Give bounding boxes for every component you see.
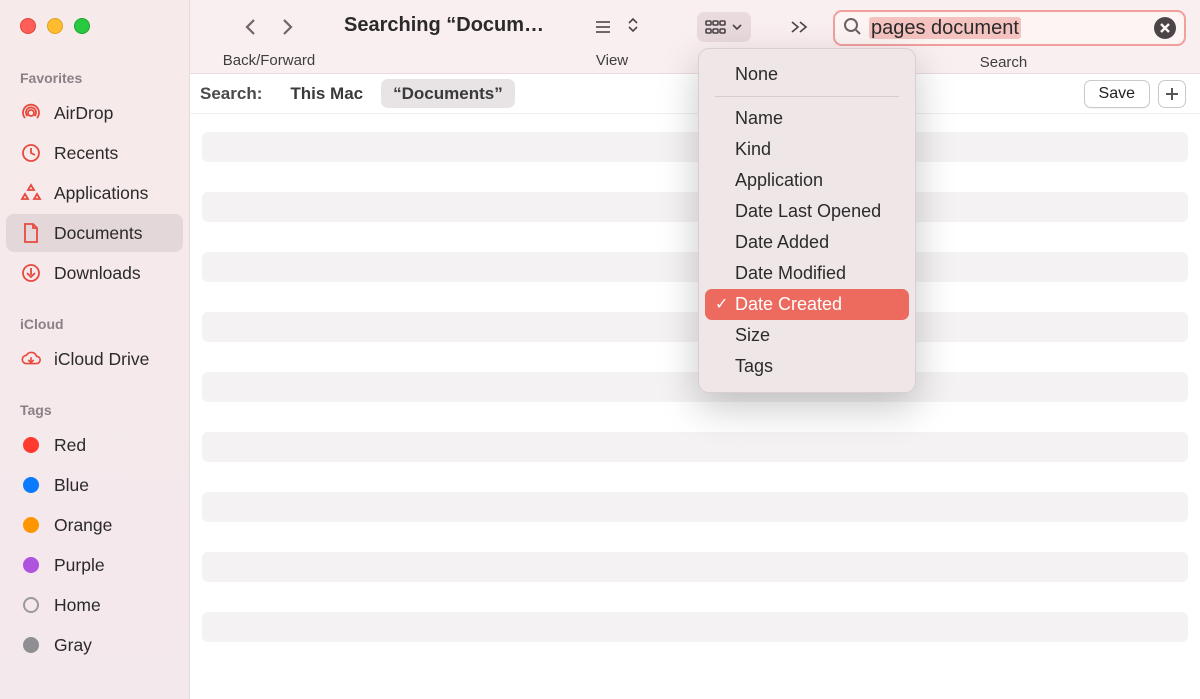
group-menu-item[interactable]: Date Last Opened: [705, 196, 909, 227]
save-search-button[interactable]: Save: [1084, 80, 1150, 108]
result-row-placeholder: [202, 132, 1188, 162]
search-scope-bar: Search: This Mac“Documents” Save: [190, 74, 1200, 114]
sidebar-item-gray[interactable]: Gray: [6, 626, 183, 664]
sidebar-item-home[interactable]: Home: [6, 586, 183, 624]
group-by-button[interactable]: [697, 12, 751, 42]
result-row-placeholder: [202, 312, 1188, 342]
view-label: View: [596, 52, 628, 69]
search-icon: [843, 17, 861, 40]
sidebar-item-label: Documents: [54, 223, 143, 244]
add-criteria-button[interactable]: [1158, 80, 1186, 108]
tag-dot-icon: [20, 514, 42, 536]
search-field[interactable]: pages document: [833, 10, 1186, 46]
window-title: Searching “Docum…: [344, 10, 544, 37]
chevron-down-icon: [731, 21, 743, 33]
tag-dot-icon: [20, 594, 42, 616]
close-window-button[interactable]: [20, 18, 36, 34]
app-icon: [20, 182, 42, 204]
clear-search-button[interactable]: [1154, 17, 1176, 39]
sidebar-item-label: Downloads: [54, 263, 141, 284]
result-row-placeholder: [202, 432, 1188, 462]
group-menu-item[interactable]: Date Created: [705, 289, 909, 320]
group-by-menu: NoneNameKindApplicationDate Last OpenedD…: [698, 48, 916, 393]
sidebar-item-label: AirDrop: [54, 103, 113, 124]
group-menu-item[interactable]: Date Modified: [705, 258, 909, 289]
view-options-button[interactable]: [627, 16, 639, 39]
fullscreen-window-button[interactable]: [74, 18, 90, 34]
scope-option[interactable]: “Documents”: [381, 79, 515, 108]
sidebar-item-label: Applications: [54, 183, 148, 204]
sidebar-item-recents[interactable]: Recents: [6, 134, 183, 172]
sidebar-item-orange[interactable]: Orange: [6, 506, 183, 544]
sidebar-heading: Tags: [0, 402, 189, 426]
result-row-placeholder: [202, 492, 1188, 522]
clock-icon: [20, 142, 42, 164]
scope-label: Search:: [200, 84, 262, 104]
download-icon: [20, 262, 42, 284]
sidebar-item-purple[interactable]: Purple: [6, 546, 183, 584]
sidebar-heading: Favorites: [0, 70, 189, 94]
sidebar-item-blue[interactable]: Blue: [6, 466, 183, 504]
sidebar-item-label: Red: [54, 435, 86, 456]
menu-separator: [715, 96, 899, 97]
window-controls: [0, 18, 189, 34]
sidebar: Favorites AirDrop Recents Applications Docum…: [0, 0, 190, 699]
sidebar-item-applications[interactable]: Applications: [6, 174, 183, 212]
sidebar-item-documents[interactable]: Documents: [6, 214, 183, 252]
airdrop-icon: [20, 102, 42, 124]
document-icon: [20, 222, 42, 244]
main-area: Back/Forward Searching “Docum… View: [190, 0, 1200, 699]
scope-option[interactable]: This Mac: [278, 79, 375, 108]
back-button[interactable]: [236, 12, 266, 42]
view-list-button[interactable]: [585, 12, 621, 42]
cloud-icon: [20, 348, 42, 370]
result-row-placeholder: [202, 372, 1188, 402]
minimize-window-button[interactable]: [47, 18, 63, 34]
group-menu-item[interactable]: Tags: [705, 351, 909, 382]
back-forward-label: Back/Forward: [223, 52, 316, 69]
sidebar-heading: iCloud: [0, 316, 189, 340]
group-menu-item[interactable]: Kind: [705, 134, 909, 165]
tag-dot-icon: [20, 554, 42, 576]
group-menu-item[interactable]: Size: [705, 320, 909, 351]
sidebar-item-icloud-drive[interactable]: iCloud Drive: [6, 340, 183, 378]
result-row-placeholder: [202, 552, 1188, 582]
tag-dot-icon: [20, 434, 42, 456]
sidebar-item-label: Gray: [54, 635, 92, 656]
toolbar-overflow-button[interactable]: [781, 12, 817, 42]
sidebar-item-label: Recents: [54, 143, 118, 164]
search-input[interactable]: pages document: [869, 17, 1146, 40]
group-menu-item[interactable]: Date Added: [705, 227, 909, 258]
tag-dot-icon: [20, 634, 42, 656]
sidebar-item-label: Purple: [54, 555, 105, 576]
toolbar: Back/Forward Searching “Docum… View: [190, 0, 1200, 74]
sidebar-item-label: Blue: [54, 475, 89, 496]
sidebar-item-downloads[interactable]: Downloads: [6, 254, 183, 292]
result-row-placeholder: [202, 252, 1188, 282]
sidebar-item-label: Home: [54, 595, 101, 616]
window-title-area: Searching “Docum…: [344, 10, 544, 37]
tag-dot-icon: [20, 474, 42, 496]
sidebar-item-red[interactable]: Red: [6, 426, 183, 464]
sidebar-item-label: iCloud Drive: [54, 349, 149, 370]
group-menu-item[interactable]: None: [705, 59, 909, 90]
forward-button[interactable]: [272, 12, 302, 42]
results-area: [190, 114, 1200, 699]
sidebar-item-label: Orange: [54, 515, 112, 536]
sidebar-item-airdrop[interactable]: AirDrop: [6, 94, 183, 132]
group-menu-item[interactable]: Application: [705, 165, 909, 196]
group-menu-item[interactable]: Name: [705, 103, 909, 134]
result-row-placeholder: [202, 612, 1188, 642]
result-row-placeholder: [202, 192, 1188, 222]
